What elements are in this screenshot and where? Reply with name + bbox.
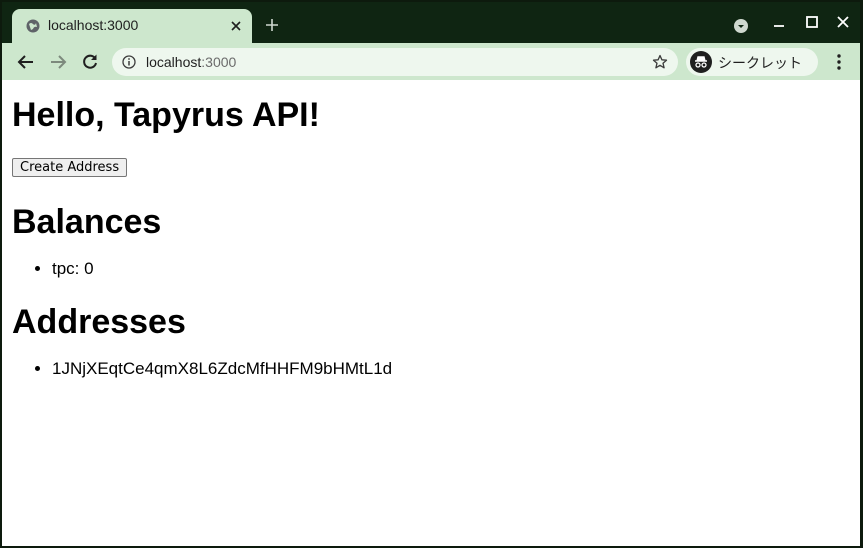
site-info-icon[interactable] — [122, 55, 136, 69]
url-host: localhost — [146, 54, 202, 70]
tab-search-icon[interactable] — [734, 19, 748, 33]
forward-arrow-icon[interactable] — [49, 53, 67, 71]
browser-window: localhost:3000 localhost:3000 シークレット Hel… — [2, 2, 860, 546]
page-title: Hello, Tapyrus API! — [12, 96, 320, 134]
browser-toolbar: localhost:3000 シークレット — [2, 43, 860, 80]
more-menu-icon[interactable] — [831, 53, 847, 71]
balances-list: tpc: 0 — [52, 258, 850, 280]
balances-heading: Balances — [12, 203, 162, 241]
create-address-button[interactable]: Create Address — [12, 158, 128, 177]
address-bar[interactable]: localhost:3000 — [112, 48, 678, 76]
addresses-list: 1JNjXEqtCe4qmX8L6ZdcMfHHFM9bHMtL1d — [52, 358, 850, 380]
new-tab-icon[interactable] — [264, 17, 280, 33]
tab-strip: localhost:3000 — [2, 2, 860, 43]
incognito-icon — [690, 51, 712, 73]
bookmark-star-icon[interactable] — [652, 54, 668, 70]
close-tab-icon[interactable] — [228, 18, 244, 34]
globe-icon — [26, 19, 40, 33]
back-arrow-icon[interactable] — [17, 53, 35, 71]
maximize-icon[interactable] — [805, 15, 819, 29]
url-text[interactable]: localhost:3000 — [146, 54, 236, 70]
window-close-icon[interactable] — [836, 15, 850, 29]
browser-tab[interactable]: localhost:3000 — [12, 9, 252, 43]
page-content: Hello, Tapyrus API! Create Address Balan… — [2, 80, 860, 546]
minimize-icon[interactable] — [772, 16, 786, 30]
url-port: :3000 — [201, 54, 237, 70]
list-item: 1JNjXEqtCe4qmX8L6ZdcMfHHFM9bHMtL1d — [52, 358, 850, 380]
reload-icon[interactable] — [81, 53, 99, 71]
incognito-label: シークレット — [718, 56, 802, 72]
incognito-indicator[interactable]: シークレット — [686, 48, 818, 76]
list-item: tpc: 0 — [52, 258, 850, 280]
tab-title: localhost:3000 — [48, 17, 139, 33]
addresses-heading: Addresses — [12, 303, 186, 341]
